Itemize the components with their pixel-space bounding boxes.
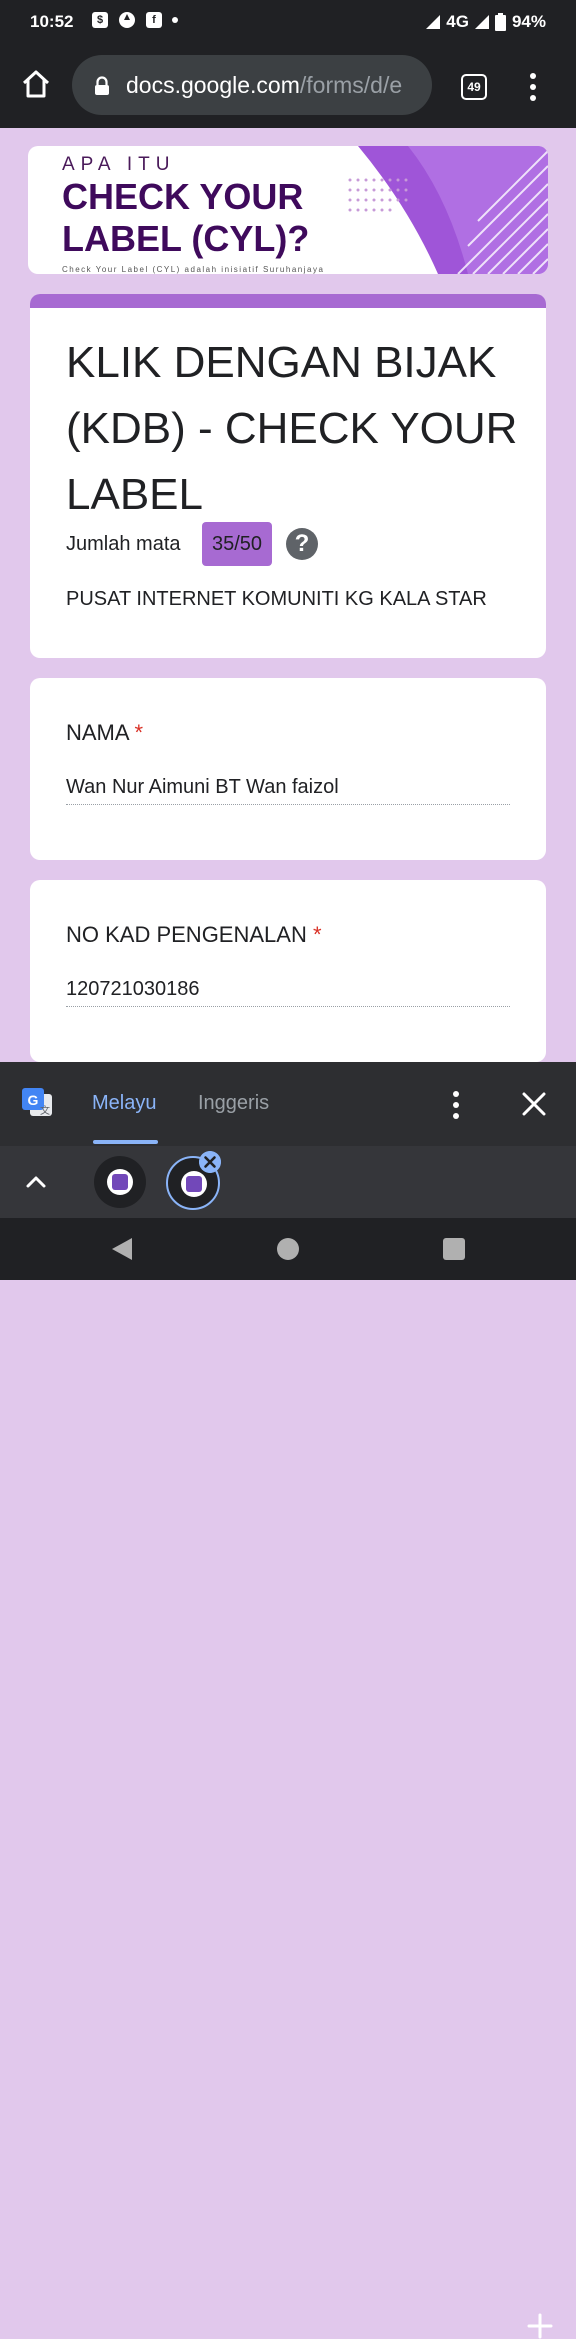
question-label: NAMA * — [66, 720, 143, 746]
notification-icons: $ f — [92, 11, 178, 29]
translate-bar: G 文 Melayu Inggeris — [0, 1062, 576, 1146]
recents-icon[interactable] — [443, 1238, 465, 1260]
tab-thumbnail[interactable] — [94, 1156, 146, 1208]
banner-caption: Check Your Label (CYL) adalah inisiatif … — [62, 265, 325, 274]
question-title: NO KAD PENGENALAN — [66, 922, 307, 947]
facebook-icon: f — [146, 12, 162, 28]
form-header-image: APA ITU CHECK YOUR LABEL (CYL)? Check Yo… — [28, 146, 548, 274]
status-bar: 10:52 $ f 4G 94% — [0, 0, 576, 44]
url-path: /forms/d/e — [299, 72, 403, 98]
question-card-ic: NO KAD PENGENALAN * 120721030186 — [30, 880, 546, 1062]
chevron-up-icon[interactable] — [24, 1170, 48, 1194]
score-badge: 35/50 — [202, 522, 272, 566]
new-tab-icon[interactable] — [527, 2313, 553, 2339]
form-title-card: KLIK DENGAN BIJAK (KDB) - CHECK YOUR LAB… — [30, 294, 546, 658]
camera-icon — [119, 12, 135, 28]
battery-level: 94% — [511, 12, 546, 31]
google-translate-icon: G 文 — [22, 1088, 52, 1117]
svg-text:文: 文 — [40, 1104, 50, 1117]
tab-source-language[interactable]: Melayu — [92, 1092, 156, 1115]
forms-favicon-icon — [107, 1169, 133, 1195]
tab-strip — [0, 1146, 576, 2339]
more-options-icon[interactable] — [526, 72, 540, 102]
required-mark: * — [312, 922, 322, 947]
banner-line-3: LABEL (CYL)? — [62, 218, 310, 259]
home-icon[interactable] — [20, 68, 52, 100]
accent-bar — [30, 294, 546, 308]
signal-icon — [474, 15, 489, 29]
back-icon[interactable] — [110, 1236, 134, 1262]
tab-target-language[interactable]: Inggeris — [198, 1092, 269, 1115]
url-domain: docs.google.com — [126, 72, 300, 98]
url-text: docs.google.com/forms/d/e — [126, 72, 422, 99]
answer-text-nama[interactable]: Wan Nur Aimuni BT Wan faizol — [66, 776, 339, 799]
close-tab-icon[interactable] — [199, 1151, 221, 1173]
required-mark: * — [134, 720, 144, 745]
active-tab-indicator — [93, 1140, 158, 1144]
home-nav-icon[interactable] — [277, 1238, 299, 1260]
score-label: Jumlah mata — [66, 533, 181, 555]
question-title: NAMA — [66, 720, 129, 745]
form-title: KLIK DENGAN BIJAK (KDB) - CHECK YOUR LAB… — [66, 338, 518, 519]
dot-icon — [172, 17, 178, 23]
help-icon[interactable]: ? — [286, 528, 318, 560]
form-description: PUSAT INTERNET KOMUNITI KG KALA STAR — [66, 588, 487, 610]
close-icon[interactable] — [522, 1092, 546, 1116]
translate-options-icon[interactable] — [450, 1090, 462, 1120]
address-bar[interactable]: docs.google.com/forms/d/e — [72, 55, 432, 115]
question-card-nama: NAMA * Wan Nur Aimuni BT Wan faizol — [30, 678, 546, 860]
signal-icon — [426, 15, 441, 29]
svg-text:G: G — [28, 1092, 39, 1108]
answer-underline — [66, 804, 510, 805]
status-time: 10:52 — [30, 12, 74, 31]
battery-icon — [494, 13, 506, 31]
system-nav-bar — [0, 1218, 576, 1280]
lock-icon — [95, 76, 109, 95]
answer-underline — [66, 1006, 510, 1007]
answer-text-ic[interactable]: 120721030186 — [66, 978, 199, 1001]
question-label: NO KAD PENGENALAN * — [66, 922, 322, 948]
forms-favicon-icon — [181, 1171, 207, 1197]
banner-line-2: CHECK YOUR — [62, 176, 304, 217]
banner-heading-small: APA ITU — [62, 154, 176, 175]
shop-icon: $ — [92, 12, 108, 28]
tab-switcher-button[interactable]: 49 — [461, 74, 487, 100]
network-type: 4G — [446, 12, 469, 31]
banner-heading-large: CHECK YOUR LABEL (CYL)? — [62, 176, 309, 260]
browser-toolbar: docs.google.com/forms/d/e 49 — [0, 44, 576, 128]
